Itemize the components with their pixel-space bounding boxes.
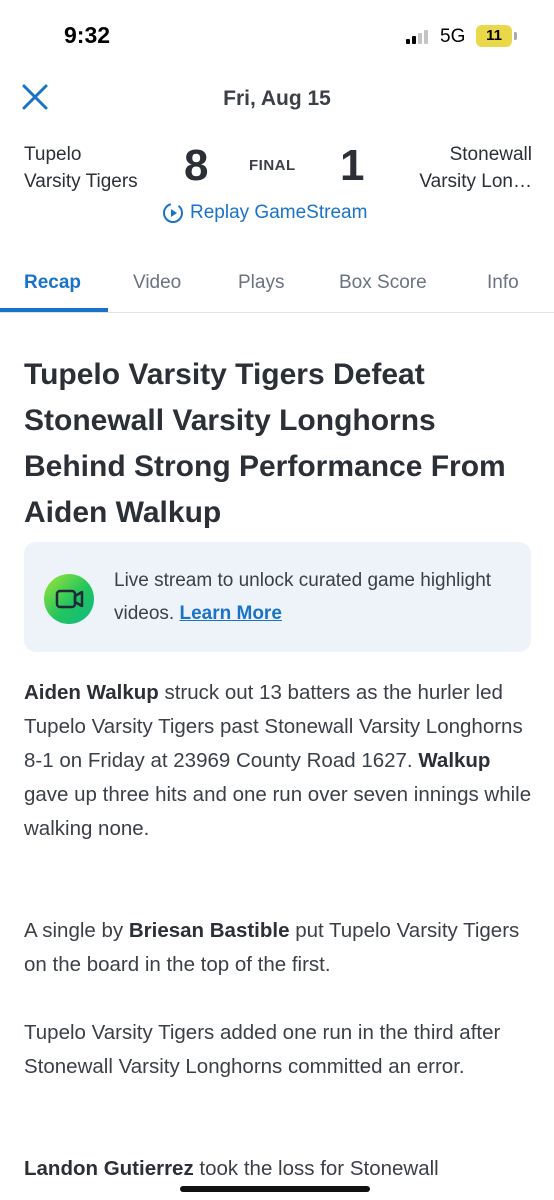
learn-more-link[interactable]: Learn More bbox=[179, 603, 281, 624]
tab-video[interactable]: Video bbox=[133, 272, 181, 294]
replay-icon bbox=[163, 203, 183, 223]
tab-bar: Recap Video Plays Box Score Info bbox=[0, 260, 554, 313]
player-name: Landon Gutierrez bbox=[24, 1157, 194, 1180]
recap-paragraph-1: Aiden Walkup struck out 13 batters as th… bbox=[24, 681, 532, 840]
player-name: Briesan Bastible bbox=[128, 919, 290, 942]
recap-paragraph-4: Landon Gutierrez took the loss for Stone… bbox=[24, 1157, 439, 1180]
player-name: Aiden Walkup bbox=[24, 681, 159, 704]
recap-paragraph-2: A single by Briesan Bastible put Tupelo … bbox=[24, 919, 520, 976]
home-team[interactable]: Tupelo Varsity Tigers bbox=[24, 141, 138, 195]
home-team-name-line1: Tupelo bbox=[24, 144, 82, 165]
tab-recap[interactable]: Recap bbox=[24, 272, 81, 294]
tab-plays[interactable]: Plays bbox=[238, 272, 284, 294]
status-bar: 9:32 5G 11 bbox=[0, 0, 554, 70]
clock: 9:32 bbox=[64, 22, 111, 48]
callout-text: Live stream to unlock curated game highl… bbox=[114, 570, 492, 624]
home-indicator[interactable] bbox=[180, 1186, 370, 1192]
game-date: Fri, Aug 15 bbox=[223, 87, 331, 110]
network-type: 5G bbox=[440, 26, 466, 47]
away-team[interactable]: Stonewall Varsity Lon… bbox=[419, 141, 532, 195]
game-status: FINAL bbox=[249, 157, 296, 174]
battery-icon: 11 bbox=[476, 25, 517, 47]
away-team-name-line2: Varsity Lon… bbox=[419, 171, 532, 192]
away-team-name-line1: Stonewall bbox=[449, 144, 532, 165]
video-camera-icon bbox=[44, 574, 94, 624]
replay-label: Replay GameStream bbox=[190, 202, 368, 223]
tab-info[interactable]: Info bbox=[487, 272, 519, 294]
recap-paragraph-3: Tupelo Varsity Tigers added one run in t… bbox=[24, 1021, 501, 1078]
away-score: 1 bbox=[340, 141, 365, 190]
player-name: Walkup bbox=[418, 749, 491, 772]
livestream-callout: Live stream to unlock curated game highl… bbox=[24, 542, 531, 652]
active-tab-indicator bbox=[0, 308, 108, 312]
home-score: 8 bbox=[184, 141, 209, 190]
replay-gamestream-button[interactable]: Replay GameStream bbox=[162, 202, 367, 224]
tab-box-score[interactable]: Box Score bbox=[339, 272, 427, 294]
callout-message: Live stream to unlock curated game highl… bbox=[114, 564, 514, 630]
signal-icon bbox=[406, 28, 428, 44]
home-team-name-line2: Varsity Tigers bbox=[24, 171, 138, 192]
article-headline: Tupelo Varsity Tigers Defeat Stonewall V… bbox=[24, 358, 506, 529]
